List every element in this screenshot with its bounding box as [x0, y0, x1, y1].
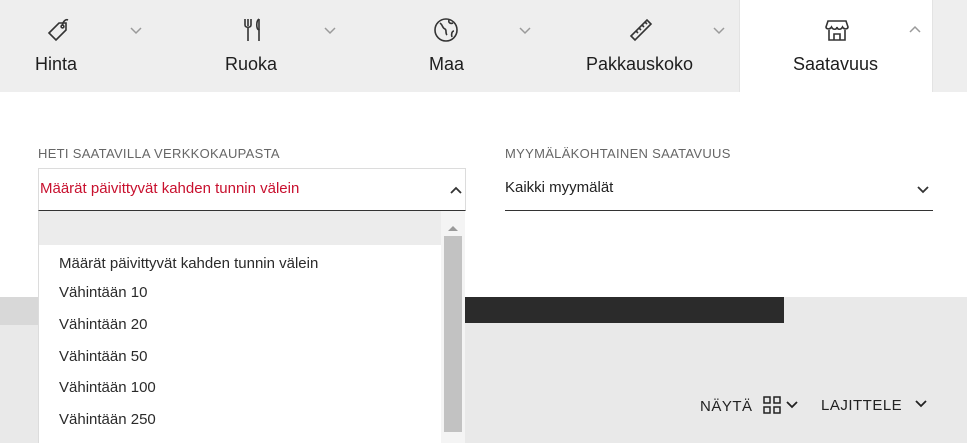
price-tag-icon	[44, 16, 72, 44]
fork-knife-icon	[240, 16, 268, 44]
filter-tabs: Hinta Ruoka Maa Pakkauskoko Saatavuus	[0, 0, 967, 92]
tab-ruoka[interactable]: Ruoka	[160, 0, 350, 92]
view-label: NÄYTÄ	[700, 398, 753, 415]
dropdown-option[interactable]: Vähintään 100	[59, 379, 156, 396]
chevron-down-icon	[711, 22, 727, 38]
view-toggle-button[interactable]: NÄYTÄ	[700, 396, 798, 418]
chevron-up-icon	[449, 183, 463, 197]
dropdown-option-empty[interactable]	[39, 211, 441, 245]
ruler-icon	[627, 16, 655, 44]
tab-label: Pakkauskoko	[586, 54, 694, 74]
tab-saatavuus[interactable]: Saatavuus	[739, 0, 933, 92]
select-value: Määrät päivittyvät kahden tunnin välein	[40, 180, 300, 197]
grid-icon	[763, 396, 781, 418]
chevron-down-icon	[517, 22, 533, 38]
dropdown-option[interactable]: Vähintään 50	[59, 348, 147, 365]
sort-button[interactable]: LAJITTELE	[821, 396, 927, 414]
store-icon	[823, 16, 851, 44]
tab-maa[interactable]: Maa	[350, 0, 550, 92]
online-availability-label: HETI SAATAVILLA VERKKOKAUPASTA	[38, 146, 280, 161]
scroll-up-arrow-icon[interactable]	[447, 219, 459, 231]
scroll-down-arrow-icon[interactable]	[447, 437, 459, 443]
dropdown-option[interactable]: Vähintään 20	[59, 316, 147, 333]
store-availability-label: MYYMÄLÄKOHTAINEN SAATAVUUS	[505, 146, 731, 161]
store-availability-select[interactable]: Kaikki myymälät	[505, 168, 933, 211]
tab-label: Saatavuus	[793, 54, 879, 74]
chevron-down-icon	[916, 182, 930, 196]
online-availability-dropdown: Määrät päivittyvät kahden tunnin välein …	[38, 211, 465, 443]
tab-label: Ruoka	[225, 54, 278, 74]
select-value: Kaikki myymälät	[505, 179, 614, 196]
dropdown-option[interactable]: Vähintään 10	[59, 284, 147, 301]
tab-label: Maa	[429, 54, 465, 74]
chevron-down-icon	[786, 397, 798, 414]
dropdown-option[interactable]: Määrät päivittyvät kahden tunnin välein	[59, 255, 318, 272]
tab-pakkauskoko[interactable]: Pakkauskoko	[550, 0, 739, 92]
scrollbar-thumb[interactable]	[444, 236, 462, 432]
chevron-up-icon	[907, 22, 923, 38]
banner-bar	[465, 297, 784, 323]
globe-icon	[432, 16, 460, 44]
online-availability-select[interactable]: Määrät päivittyvät kahden tunnin välein	[38, 168, 466, 211]
chevron-down-icon	[128, 22, 144, 38]
chevron-down-icon	[322, 22, 338, 38]
tab-hinta[interactable]: Hinta	[0, 0, 160, 92]
sort-label: LAJITTELE	[821, 397, 903, 414]
tab-label: Hinta	[35, 54, 78, 74]
dropdown-option[interactable]: Vähintään 250	[59, 411, 156, 428]
dropdown-scrollbar[interactable]	[441, 211, 465, 443]
chevron-down-icon	[915, 396, 927, 413]
divider	[0, 297, 40, 325]
